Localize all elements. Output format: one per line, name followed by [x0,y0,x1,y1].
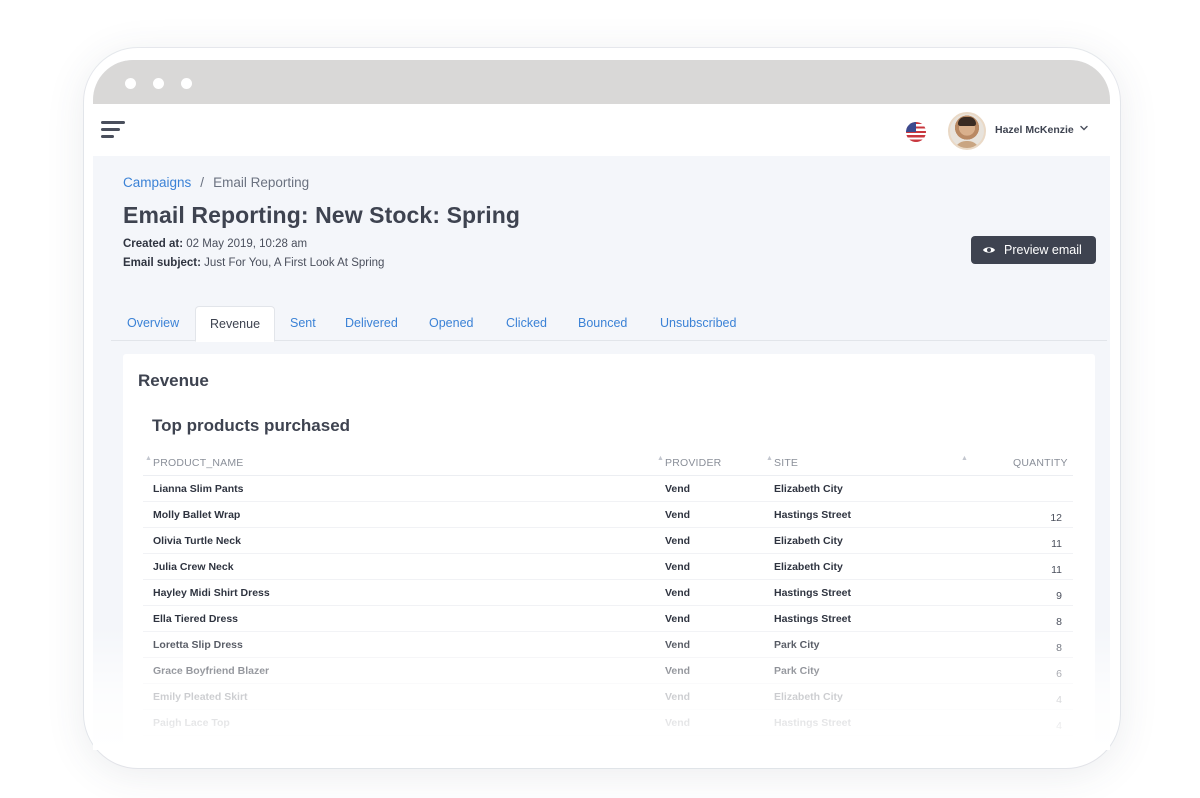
provider-cell: Vend [665,483,691,495]
table-row[interactable]: Molly Ballet Wrap Vend Hastings Street 12 [143,502,1073,528]
sort-caret-icon: ▲ [145,455,152,462]
eye-icon [983,247,995,253]
breadcrumb-current: Email Reporting [213,175,310,190]
table-row[interactable]: Julia Crew Neck Vend Elizabeth City 11 [143,554,1073,580]
provider-cell: Vend [665,639,691,651]
product-name-cell: Hayley Midi Shirt Dress [153,587,270,599]
site-cell: Park City [774,639,820,651]
product-name-cell: Loretta Slip Dress [153,639,243,651]
email-subject: Email subject: Just For You, A First Loo… [123,257,384,269]
tab-delivered[interactable]: Delivered [345,306,398,341]
quantity-cell: 4 [1056,720,1062,732]
provider-cell: Vend [665,613,691,625]
column-quantity[interactable]: QUANTITY [1013,457,1068,469]
tab-clicked[interactable]: Clicked [506,306,547,341]
quantity-cell: 8 [1056,616,1062,628]
product-name-cell: Paigh Lace Top [153,717,230,729]
page-title: Email Reporting: New Stock: Spring [123,202,520,228]
table-row[interactable]: Loretta Slip Dress Vend Park City 8 [143,632,1073,658]
table-row[interactable]: Grace Boyfriend Blazer Vend Park City 6 [143,658,1073,684]
provider-cell: Vend [665,535,691,547]
tab-sent[interactable]: Sent [290,306,316,341]
provider-cell: Vend [665,717,691,729]
quantity-cell: 6 [1056,668,1062,680]
tab-unsubscribed[interactable]: Unsubscribed [660,306,736,341]
provider-cell: Vend [665,561,691,573]
site-cell: Elizabeth City [774,561,843,573]
card-title: Revenue [138,371,209,390]
main-content: Campaigns / Email Reporting Email Reportin… [93,156,1110,750]
window-dot-icon[interactable] [153,78,164,89]
site-cell: Hastings Street [774,587,852,599]
site-cell: Elizabeth City [774,691,843,703]
site-cell: Hastings Street [774,613,852,625]
browser-window: Hazel McKenzie Campaigns / Email Reporting… [93,60,1110,750]
app-header: Hazel McKenzie [93,104,1110,156]
quantity-cell: 12 [1050,512,1062,524]
table-row[interactable]: Lianna Slim Pants Vend Elizabeth City [143,476,1073,502]
quantity-cell: 9 [1056,590,1062,602]
email-subject-value: Just For You, A First Look At Spring [204,257,385,269]
provider-cell: Vend [665,509,691,521]
site-cell: Elizabeth City [774,535,843,547]
sort-caret-icon: ▲ [961,455,968,462]
report-tabs: Overview Revenue Sent Delivered Opened C… [111,306,1107,342]
created-at-label: Created at: [123,238,184,250]
section-title: Top products purchased [152,416,351,435]
provider-cell: Vend [665,587,691,599]
product-name-cell: Olivia Turtle Neck [153,535,241,547]
table-row[interactable]: Ella Tiered Dress Vend Hastings Street 8 [143,606,1073,632]
product-name-cell: Grace Boyfriend Blazer [153,665,270,677]
sort-caret-icon: ▲ [657,455,664,462]
menu-icon[interactable] [101,118,127,140]
created-at: Created at: 02 May 2019, 10:28 am [123,238,307,250]
breadcrumb: Campaigns / Email Reporting [123,175,309,190]
tab-overview[interactable]: Overview [127,306,179,341]
site-cell: Elizabeth City [774,483,843,495]
breadcrumb-campaigns-link[interactable]: Campaigns [123,175,191,190]
preview-email-button[interactable]: Preview email [971,236,1096,264]
table-row[interactable]: Emily Pleated Skirt Vend Elizabeth City 4 [143,684,1073,710]
table-row[interactable]: Paigh Lace Top Vend Hastings Street 4 [143,710,1073,736]
column-provider[interactable]: PROVIDER [665,457,721,469]
column-product-name[interactable]: PRODUCT_NAME [153,457,244,469]
created-at-value: 02 May 2019, 10:28 am [186,238,308,250]
quantity-cell: 11 [1051,538,1062,550]
chevron-down-icon[interactable] [1079,123,1089,133]
site-cell: Hastings Street [774,509,852,521]
window-dot-icon[interactable] [125,78,136,89]
revenue-card: Revenue Top products purchased ▲ PRODUCT… [123,354,1095,750]
window-dot-icon[interactable] [181,78,192,89]
email-subject-label: Email subject: [123,257,201,269]
preview-email-label: Preview email [1004,243,1082,257]
tab-opened[interactable]: Opened [429,306,473,341]
table-row[interactable]: Olivia Turtle Neck Vend Elizabeth City 11 [143,528,1073,554]
product-name-cell: Ella Tiered Dress [153,613,239,625]
tab-bounced[interactable]: Bounced [578,306,627,341]
window-titlebar [93,60,1110,104]
sort-caret-icon: ▲ [766,455,773,462]
user-name[interactable]: Hazel McKenzie [995,124,1074,136]
quantity-cell: 4 [1056,694,1062,706]
product-name-cell: Emily Pleated Skirt [153,691,248,703]
tab-revenue[interactable]: Revenue [195,306,276,342]
table-row[interactable]: Hayley Midi Shirt Dress Vend Hastings Stre… [143,580,1073,606]
site-cell: Park City [774,665,820,677]
breadcrumb-separator: / [200,175,205,190]
quantity-cell: 11 [1051,564,1062,576]
quantity-cell: 8 [1056,642,1062,654]
product-name-cell: Lianna Slim Pants [153,483,244,495]
table-header: ▲ PRODUCT_NAME ▲ PROVIDER ▲ SITE ▲ QUANT… [143,452,1073,476]
product-name-cell: Julia Crew Neck [153,561,234,573]
column-site[interactable]: SITE [774,457,798,469]
product-name-cell: Molly Ballet Wrap [153,509,241,521]
avatar[interactable] [948,112,986,150]
us-flag-icon[interactable] [906,122,926,142]
site-cell: Hastings Street [774,717,852,729]
provider-cell: Vend [665,665,691,677]
provider-cell: Vend [665,691,691,703]
